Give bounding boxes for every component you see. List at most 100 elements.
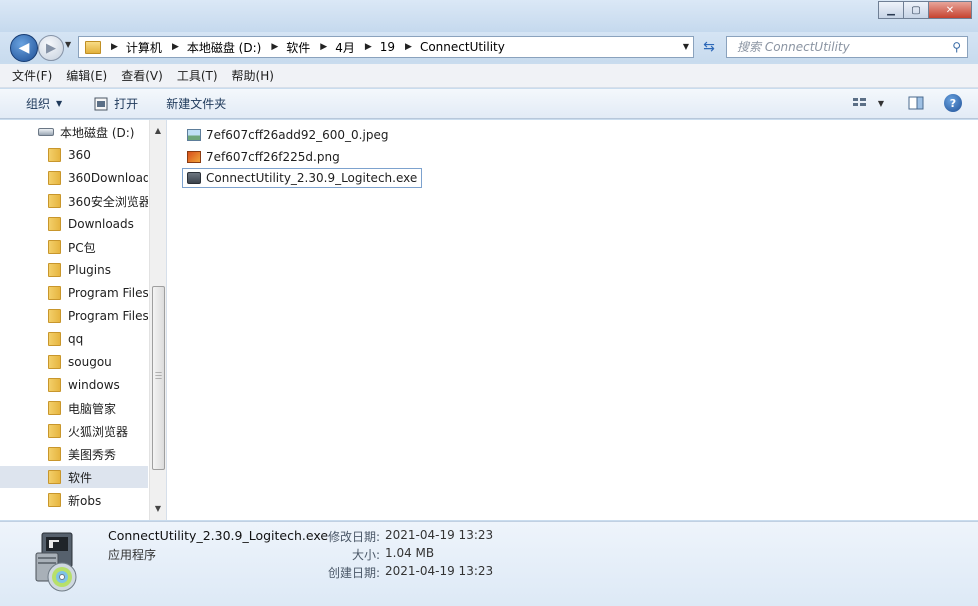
maximize-button[interactable]: ▢ <box>903 1 929 19</box>
address-dropdown-icon[interactable]: ▼ <box>683 42 689 51</box>
scroll-up-icon[interactable]: ▲ <box>150 122 166 138</box>
folder-icon <box>48 355 61 369</box>
sidebar-item-folder[interactable]: qq <box>0 328 148 350</box>
window-controls: ▁ ▢ ✕ <box>878 1 972 19</box>
breadcrumb-computer[interactable]: 计算机 <box>126 39 162 56</box>
folder-icon <box>48 217 61 231</box>
sidebar-item-label: PC包 <box>68 240 96 255</box>
folder-icon <box>48 447 61 461</box>
sidebar-item-label: Program Files <box>68 309 148 323</box>
organize-button[interactable]: 组织 ▼ <box>26 95 62 112</box>
sidebar-item-drive[interactable]: 本地磁盘 (D:) <box>0 121 148 143</box>
search-box: ⚲ <box>726 36 968 58</box>
file-item-selected[interactable]: ConnectUtility_2.30.9_Logitech.exe <box>182 168 423 188</box>
folder-icon <box>48 148 61 162</box>
scroll-down-icon[interactable]: ▼ <box>150 500 166 516</box>
grip-icon: — — — <box>155 368 162 382</box>
sidebar-item-label: 本地磁盘 (D:) <box>60 125 135 140</box>
menu-file[interactable]: 文件(F) <box>12 67 52 84</box>
arrow-left-icon: ◀ <box>18 40 30 56</box>
sidebar-item-folder[interactable]: Downloads <box>0 213 148 235</box>
chevron-right-icon[interactable]: ▶ <box>320 42 327 52</box>
sidebar-item-label: 360 <box>68 148 91 162</box>
sidebar-item-folder[interactable]: sougou <box>0 351 148 373</box>
hard-drive-icon <box>38 128 54 136</box>
detail-file-type: 应用程序 <box>108 548 157 562</box>
file-item[interactable]: 7ef607cff26add92_600_0.jpeg <box>183 125 392 145</box>
folder-icon <box>48 194 61 208</box>
new-folder-label: 新建文件夹 <box>166 97 227 111</box>
sidebar-item-folder[interactable]: 新obs <box>0 489 148 511</box>
forward-button[interactable]: ▶ <box>38 35 64 61</box>
detail-created-value: 2021-04-19 13:23 <box>385 564 494 578</box>
sidebar-item-folder[interactable]: Program Files <box>0 282 148 304</box>
installer-icon <box>35 532 77 592</box>
chevron-right-icon[interactable]: ▶ <box>111 42 118 52</box>
folder-icon <box>48 401 61 415</box>
breadcrumb-software[interactable]: 软件 <box>286 39 310 56</box>
new-folder-button[interactable]: 新建文件夹 <box>166 95 226 112</box>
sidebar-item-label: windows <box>68 378 120 392</box>
breadcrumb-april[interactable]: 4月 <box>335 39 355 56</box>
folder-icon <box>48 424 61 438</box>
breadcrumb-connectutility[interactable]: ConnectUtility <box>420 40 505 54</box>
sidebar-item-folder[interactable]: 360 <box>0 144 148 166</box>
folder-icon <box>48 286 61 300</box>
navigation-bar: ◀ ▶ ▼ ▶ 计算机 ▶ 本地磁盘 (D:) ▶ 软件 ▶ 4月 ▶ 19 ▶… <box>0 32 978 62</box>
help-icon[interactable]: ? <box>944 94 962 112</box>
folder-icon <box>48 470 61 484</box>
folder-icon <box>48 240 61 254</box>
file-item[interactable]: 7ef607cff26f225d.png <box>183 147 344 167</box>
arrow-right-icon: ▶ <box>46 40 56 56</box>
sidebar-item-folder[interactable]: 软件 <box>0 466 148 488</box>
chevron-right-icon[interactable]: ▶ <box>405 42 412 52</box>
menu-tools[interactable]: 工具(T) <box>177 67 218 84</box>
navigation-pane: 本地磁盘 (D:) 360 360Download 360安全浏览器 Download… <box>0 120 167 520</box>
sidebar-item-label: Plugins <box>68 263 111 277</box>
sidebar-item-folder[interactable]: PC包 <box>0 236 148 258</box>
back-button[interactable]: ◀ <box>10 34 38 62</box>
sidebar-item-folder[interactable]: 360Download <box>0 167 148 189</box>
menu-view[interactable]: 查看(V) <box>121 67 163 84</box>
refresh-button[interactable]: ⇆ <box>697 36 721 58</box>
sidebar-item-folder[interactable]: 360安全浏览器 <box>0 190 148 212</box>
sidebar-item-folder[interactable]: 美图秀秀 <box>0 443 148 465</box>
sidebar-item-label: 电脑管家 <box>68 401 117 416</box>
breadcrumb-19[interactable]: 19 <box>380 40 395 54</box>
search-input[interactable] <box>735 39 954 55</box>
view-dropdown-icon[interactable]: ▼ <box>878 99 884 108</box>
sidebar-scrollbar[interactable]: ▲ — — — ▼ <box>149 120 166 520</box>
scrollbar-thumb[interactable]: — — — <box>152 286 165 470</box>
menu-help[interactable]: 帮助(H) <box>232 67 274 84</box>
sidebar-item-folder[interactable]: 火狐浏览器 <box>0 420 148 442</box>
breadcrumb-drive[interactable]: 本地磁盘 (D:) <box>187 39 261 56</box>
chevron-down-icon: ▼ <box>56 99 63 108</box>
sidebar-item-label: 360安全浏览器 <box>68 194 148 209</box>
chevron-right-icon[interactable]: ▶ <box>271 42 278 52</box>
sidebar-item-folder[interactable]: 电脑管家 <box>0 397 148 419</box>
organize-label: 组织 <box>26 97 51 111</box>
minimize-button[interactable]: ▁ <box>878 1 904 19</box>
view-options-icon[interactable] <box>852 96 868 110</box>
detail-size-label: 大小: <box>351 548 380 562</box>
file-name: ConnectUtility_2.30.9_Logitech.exe <box>206 171 418 185</box>
file-name: 7ef607cff26f225d.png <box>206 150 340 164</box>
recent-pages-dropdown[interactable]: ▼ <box>65 40 75 52</box>
detail-modified-value: 2021-04-19 13:23 <box>385 528 494 542</box>
sidebar-item-label: 火狐浏览器 <box>68 424 129 439</box>
sidebar-item-folder[interactable]: Plugins <box>0 259 148 281</box>
sidebar-item-folder[interactable]: windows <box>0 374 148 396</box>
chevron-right-icon[interactable]: ▶ <box>365 42 372 52</box>
file-name: 7ef607cff26add92_600_0.jpeg <box>206 128 389 142</box>
preview-pane-icon[interactable] <box>908 96 924 110</box>
sidebar-item-folder[interactable]: Program Files <box>0 305 148 327</box>
close-button[interactable]: ✕ <box>928 1 972 19</box>
menu-edit[interactable]: 编辑(E) <box>66 67 107 84</box>
chevron-right-icon[interactable]: ▶ <box>172 42 179 52</box>
search-icon[interactable]: ⚲ <box>952 40 961 54</box>
image-icon <box>187 129 201 141</box>
detail-size-value: 1.04 MB <box>385 546 435 560</box>
address-bar[interactable]: ▶ 计算机 ▶ 本地磁盘 (D:) ▶ 软件 ▶ 4月 ▶ 19 ▶ Conne… <box>78 36 694 58</box>
open-button[interactable]: 打开 <box>94 95 138 112</box>
open-label: 打开 <box>114 97 139 111</box>
